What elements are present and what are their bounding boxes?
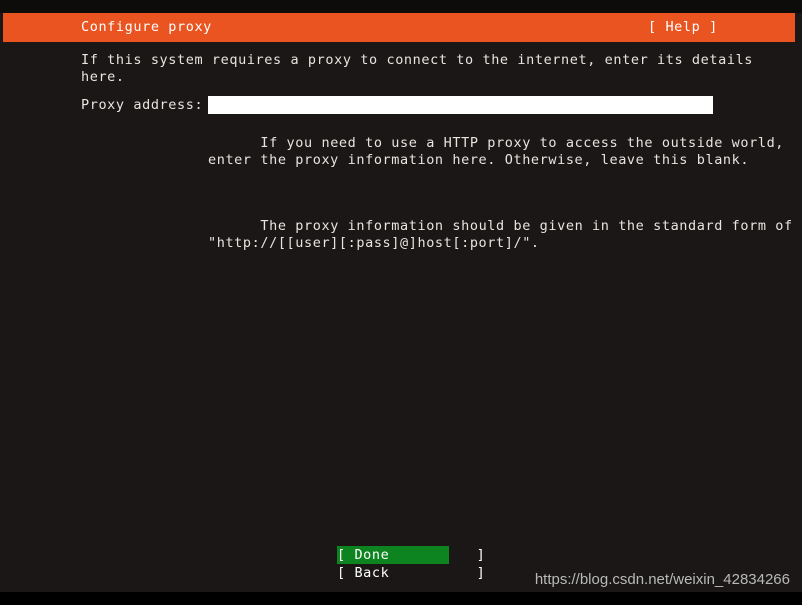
terminal-canvas [0, 0, 802, 592]
title-bar: Configure proxy [ Help ] [3, 13, 795, 42]
proxy-help-paragraph-2: The proxy information should be given in… [208, 218, 793, 251]
installer-screen: Configure proxy [ Help ] If this system … [0, 0, 802, 605]
help-button[interactable]: [ Help ] [648, 19, 718, 36]
intro-description: If this system requires a proxy to conne… [81, 52, 754, 85]
proxy-address-label: Proxy address: [81, 97, 204, 113]
proxy-address-field-row: Proxy address: [81, 96, 741, 114]
proxy-help-text: If you need to use a HTTP proxy to acces… [208, 118, 793, 269]
proxy-help-paragraph-1: If you need to use a HTTP proxy to acces… [208, 135, 785, 168]
bottom-margin-strip [0, 592, 802, 605]
help-paragraph-spacer [208, 186, 793, 201]
proxy-address-input[interactable] [208, 96, 713, 114]
page-title: Configure proxy [81, 19, 212, 35]
done-button[interactable]: [ Done ] [337, 546, 485, 564]
watermark-text: https://blog.csdn.net/weixin_42834266 [534, 571, 790, 588]
top-margin-strip [0, 0, 802, 13]
